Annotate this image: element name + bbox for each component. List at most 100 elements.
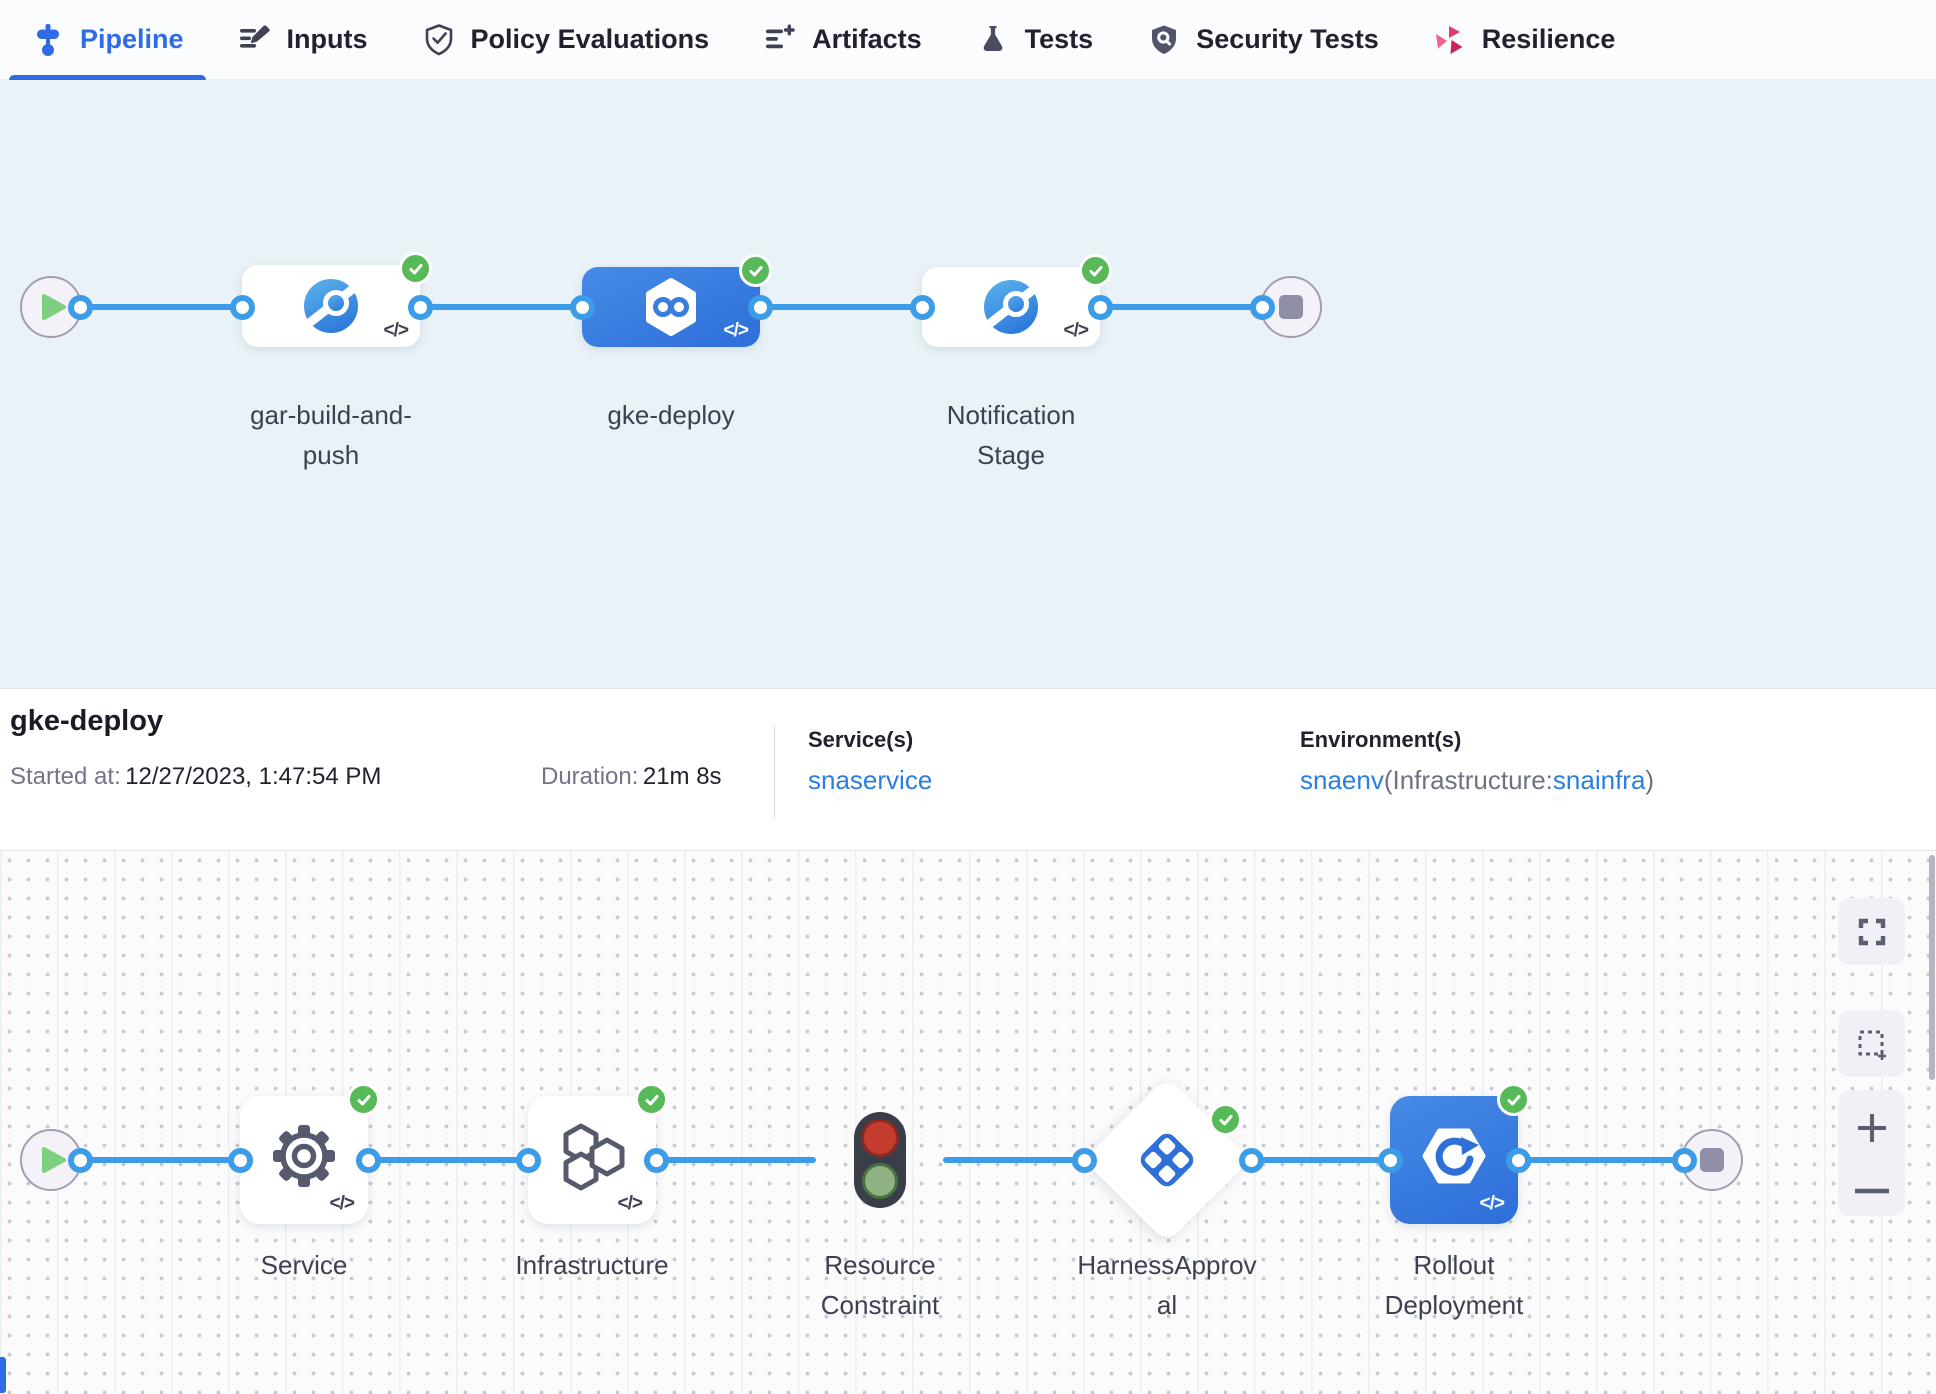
- ci-build-icon: [302, 277, 360, 335]
- zoom-out-button[interactable]: [1852, 1183, 1892, 1199]
- stage-label-notification-stage: Notification Stage: [947, 395, 1076, 475]
- stage-title: gke-deploy: [10, 705, 163, 738]
- port: [408, 295, 433, 320]
- pipeline-stage-graph[interactable]: </> </>: [0, 80, 1936, 688]
- duration-value: 21m 8s: [643, 763, 722, 790]
- stage-label-gar-build-and-push: gar-build-and- push: [250, 395, 412, 475]
- stage-details-bar: gke-deploy Started at: 12/27/2023, 1:47:…: [0, 688, 1936, 851]
- step-label-line: Infrastructure: [515, 1245, 668, 1285]
- success-badge: [739, 254, 772, 287]
- tab-inputs[interactable]: Inputs: [211, 0, 395, 80]
- hexagons-icon: [556, 1120, 628, 1192]
- tab-label: Inputs: [287, 24, 368, 55]
- success-badge: [1497, 1083, 1530, 1116]
- traffic-light-red: [861, 1119, 899, 1157]
- stage-edge: [760, 304, 922, 310]
- selection-mode-button[interactable]: [1838, 1010, 1905, 1077]
- port: [1672, 1148, 1697, 1173]
- step-edge: [1518, 1157, 1684, 1163]
- service-link[interactable]: snaservice: [808, 765, 932, 795]
- inputs-icon: [238, 23, 272, 57]
- tab-artifacts[interactable]: Artifacts: [736, 0, 949, 80]
- stage-label-gke-deploy: gke-deploy: [607, 395, 734, 435]
- step-edge: [943, 1157, 1084, 1163]
- step-edge: [1251, 1157, 1390, 1163]
- step-label-harness-approval: HarnessApprov al: [1077, 1245, 1256, 1325]
- stage-card-notification-stage[interactable]: </>: [922, 267, 1100, 347]
- view-yaml-glyph[interactable]: </>: [618, 1193, 642, 1215]
- tab-policy-evaluations[interactable]: Policy Evaluations: [395, 0, 737, 80]
- step-card-service[interactable]: </>: [240, 1096, 368, 1224]
- tab-label: Resilience: [1482, 24, 1616, 55]
- execution-graph[interactable]: </> </>: [0, 851, 1936, 1394]
- stop-icon: [1279, 295, 1303, 319]
- started-at-label: Started at:: [10, 763, 121, 790]
- duration-label: Duration:: [541, 763, 638, 790]
- stop-icon: [1700, 1148, 1724, 1172]
- tab-pipeline[interactable]: Pipeline: [4, 0, 211, 80]
- shield-check-icon: [422, 23, 456, 57]
- infrastructure-link[interactable]: snainfra: [1553, 765, 1646, 795]
- zoom-in-button[interactable]: [1852, 1108, 1892, 1148]
- view-yaml-glyph[interactable]: </>: [1064, 320, 1088, 342]
- stage-card-gar-build-and-push[interactable]: </>: [242, 265, 420, 347]
- step-label-service: Service: [261, 1245, 348, 1285]
- stage-label-line: gke-deploy: [607, 395, 734, 435]
- vertical-scrollbar[interactable]: [1929, 855, 1935, 1080]
- view-yaml-glyph[interactable]: </>: [724, 320, 748, 342]
- tab-resilience[interactable]: Resilience: [1406, 0, 1643, 80]
- stage-edge: [420, 304, 582, 310]
- flask-icon: [976, 23, 1010, 57]
- port: [1239, 1148, 1264, 1173]
- step-label-line: HarnessApprov: [1077, 1245, 1256, 1285]
- step-label-line: Service: [261, 1245, 348, 1285]
- view-yaml-glyph[interactable]: </>: [1480, 1193, 1504, 1215]
- port: [1506, 1148, 1531, 1173]
- fullscreen-button[interactable]: [1838, 898, 1905, 965]
- success-badge: [1079, 254, 1112, 287]
- tab-label: Pipeline: [80, 24, 184, 55]
- view-yaml-glyph[interactable]: </>: [384, 320, 408, 342]
- list-plus-icon: [763, 23, 797, 57]
- tab-security-tests[interactable]: Security Tests: [1120, 0, 1406, 80]
- custom-stage-icon: [982, 278, 1040, 336]
- step-resource-constraint[interactable]: [854, 1112, 906, 1208]
- step-card-rollout-deployment[interactable]: </>: [1390, 1096, 1518, 1224]
- success-badge: [399, 252, 432, 285]
- zoom-controls: [1838, 1090, 1905, 1216]
- port: [230, 295, 255, 320]
- port: [910, 295, 935, 320]
- tab-tests[interactable]: Tests: [949, 0, 1121, 80]
- pipeline-icon: [31, 23, 65, 57]
- port: [68, 295, 93, 320]
- started-at-row: Started at: 12/27/2023, 1:47:54 PM: [10, 763, 381, 791]
- approval-diamond-icon: [1136, 1129, 1198, 1191]
- stage-label-line: Notification: [947, 395, 1076, 435]
- stage-edge: [80, 304, 242, 310]
- success-badge: [1209, 1103, 1242, 1136]
- play-icon: [41, 1146, 67, 1174]
- step-label-infrastructure: Infrastructure: [515, 1245, 668, 1285]
- view-yaml-glyph[interactable]: </>: [330, 1193, 354, 1215]
- environment-link[interactable]: snaenv: [1300, 765, 1384, 795]
- step-label-resource-constraint: Resource Constraint: [821, 1245, 940, 1325]
- left-edge-indicator: [0, 1357, 6, 1393]
- step-label-line: Deployment: [1385, 1285, 1524, 1325]
- stage-card-gke-deploy[interactable]: </>: [582, 267, 760, 347]
- port: [516, 1148, 541, 1173]
- stage-label-line: push: [250, 435, 412, 475]
- step-label-line: al: [1077, 1285, 1256, 1325]
- step-label-line: Constraint: [821, 1285, 940, 1325]
- services-label: Service(s): [808, 727, 932, 753]
- step-label-rollout-deployment: Rollout Deployment: [1385, 1245, 1524, 1325]
- details-divider: [774, 725, 775, 819]
- environments-label: Environment(s): [1300, 727, 1654, 753]
- tab-label: Artifacts: [812, 24, 922, 55]
- traffic-light-green: [862, 1163, 898, 1199]
- environment-infra-suffix: ): [1645, 765, 1654, 795]
- gear-icon: [269, 1121, 339, 1191]
- marquee-select-icon: [1852, 1024, 1892, 1064]
- step-card-infrastructure[interactable]: </>: [528, 1096, 656, 1224]
- tab-label: Policy Evaluations: [471, 24, 710, 55]
- port: [644, 1148, 669, 1173]
